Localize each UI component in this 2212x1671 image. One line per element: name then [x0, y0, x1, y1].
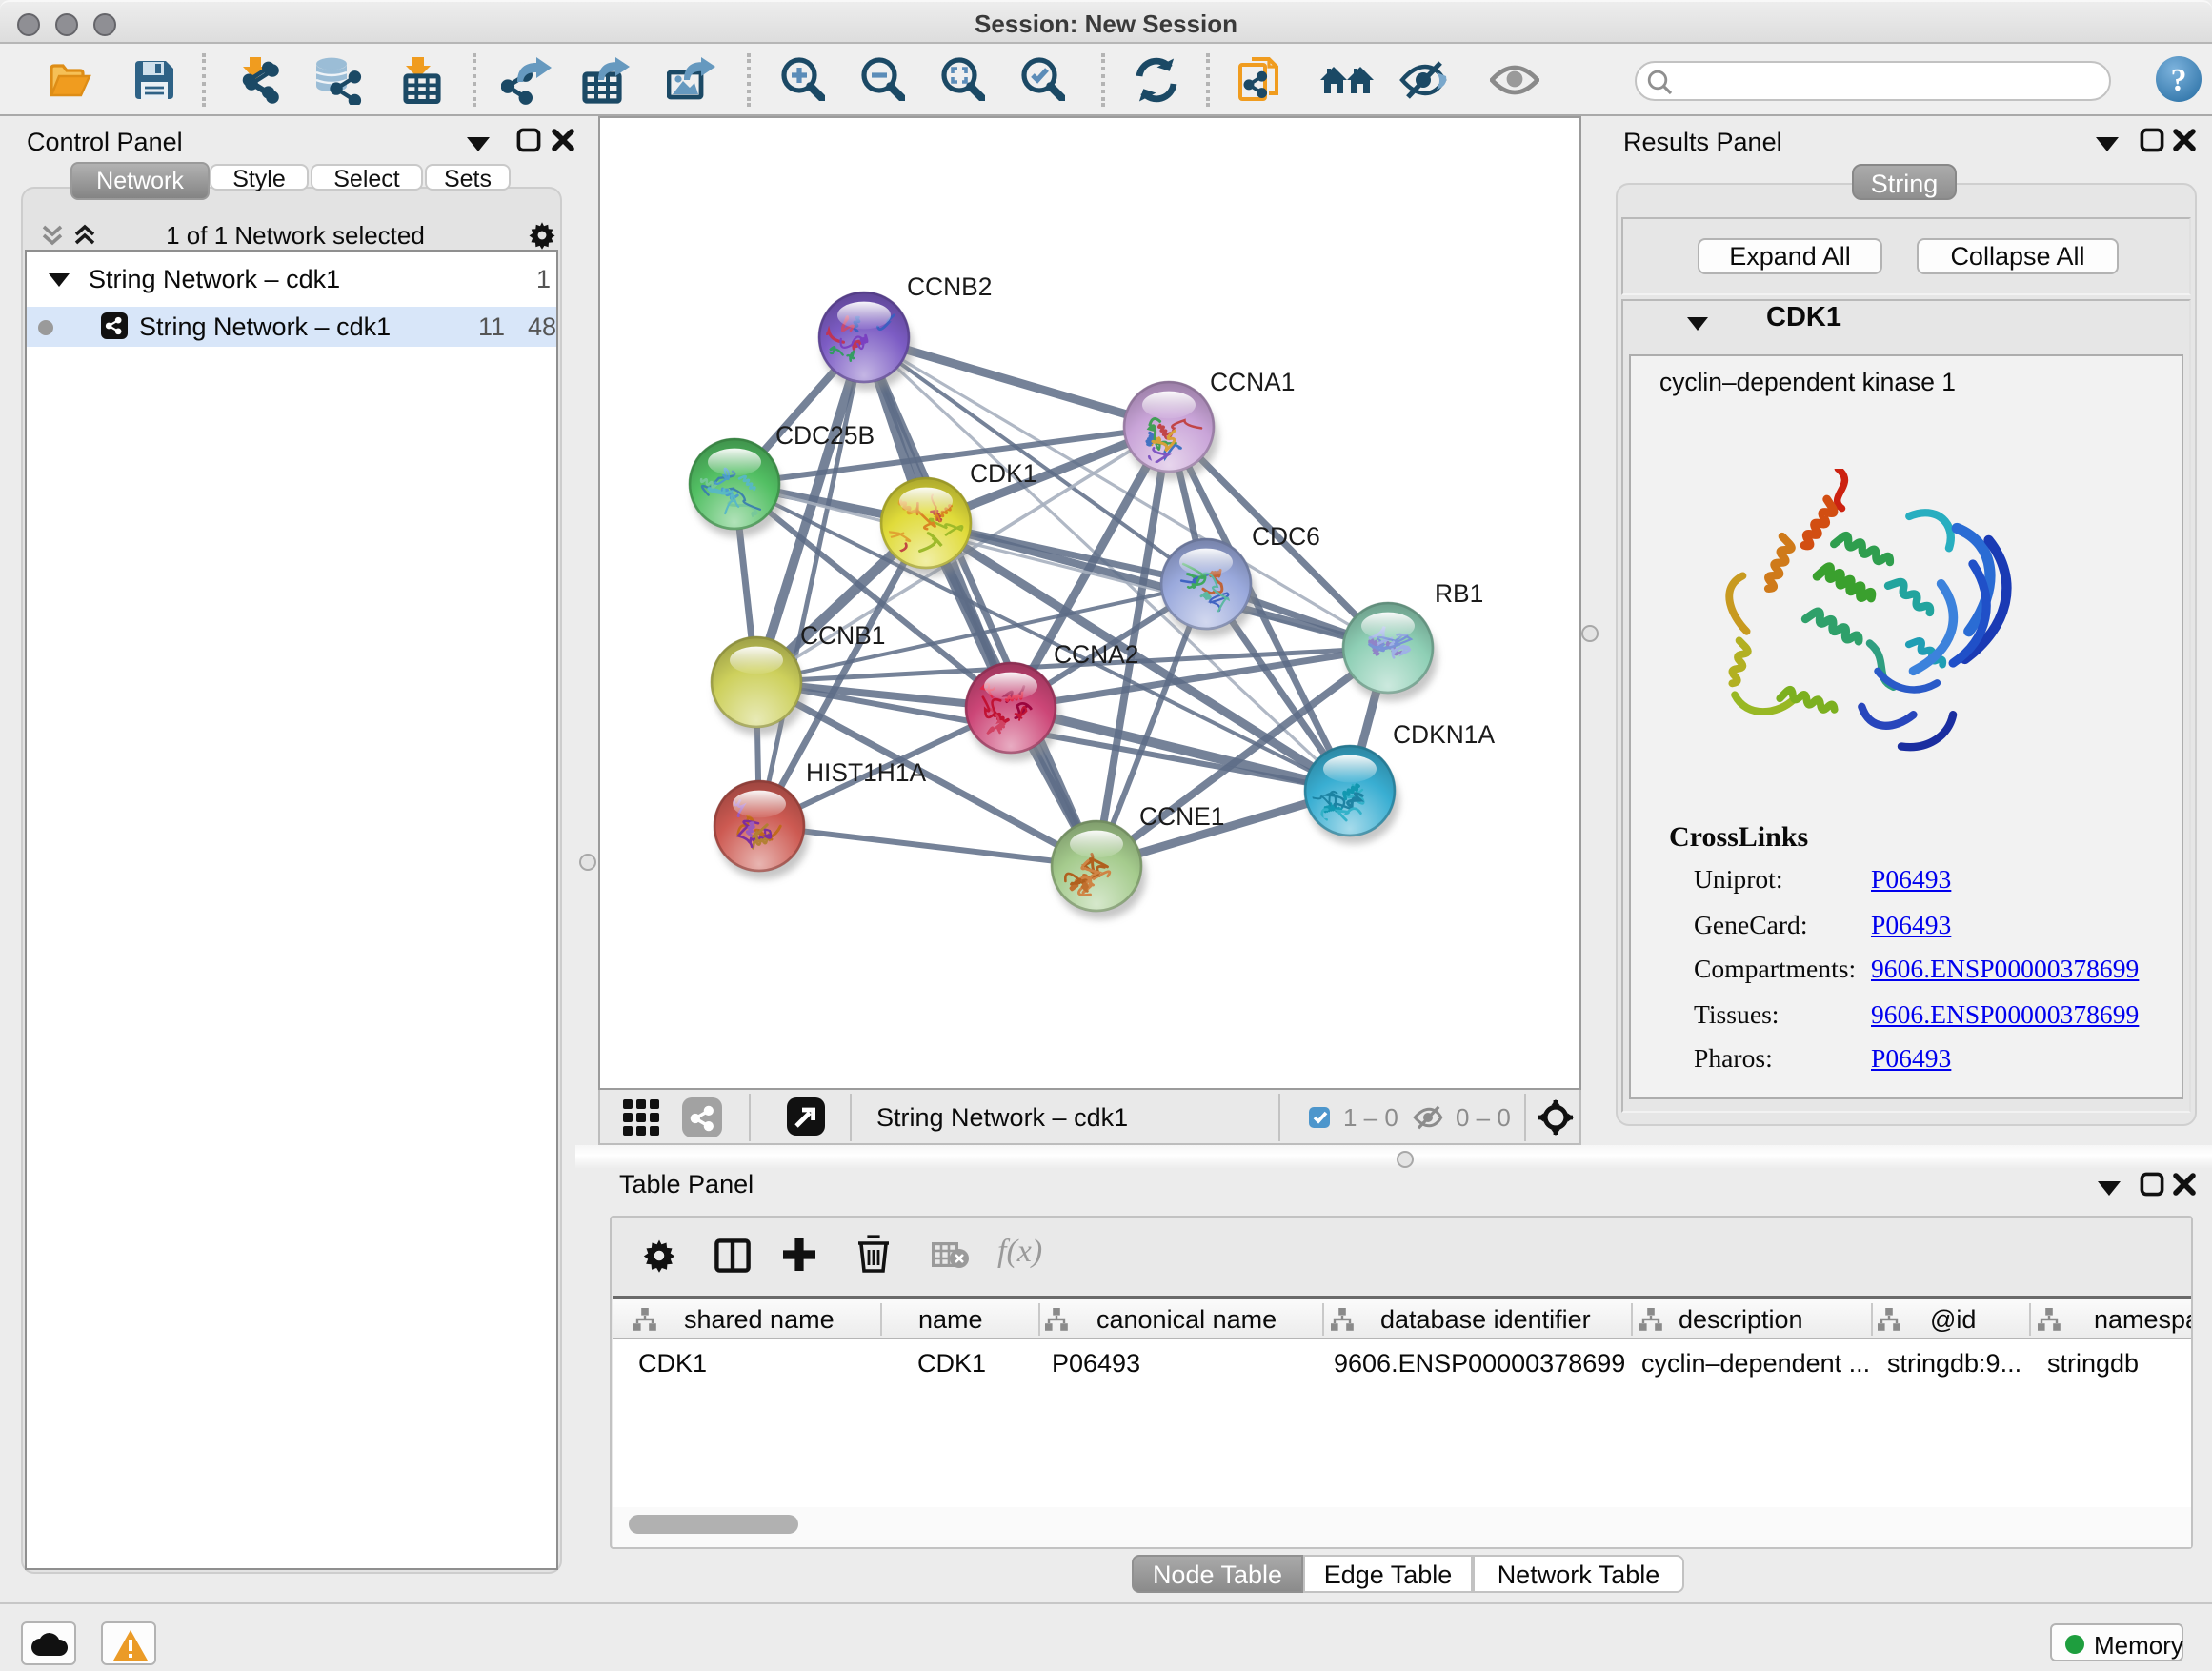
svg-text:CCNA1: CCNA1 — [1210, 368, 1295, 396]
svg-text:HIST1H1A: HIST1H1A — [806, 758, 927, 787]
svg-text:CCNB1: CCNB1 — [800, 621, 885, 650]
svg-text:CDK1: CDK1 — [970, 459, 1036, 488]
svg-text:CCNB2: CCNB2 — [907, 272, 992, 301]
svg-text:CCNE1: CCNE1 — [1139, 802, 1224, 831]
svg-text:CDC6: CDC6 — [1252, 522, 1320, 551]
svg-text:CDKN1A: CDKN1A — [1393, 720, 1495, 749]
svg-text:RB1: RB1 — [1435, 579, 1483, 608]
svg-text:CDC25B: CDC25B — [775, 421, 875, 450]
svg-text:?: ? — [2171, 63, 2187, 98]
svg-text:CCNA2: CCNA2 — [1054, 640, 1138, 669]
